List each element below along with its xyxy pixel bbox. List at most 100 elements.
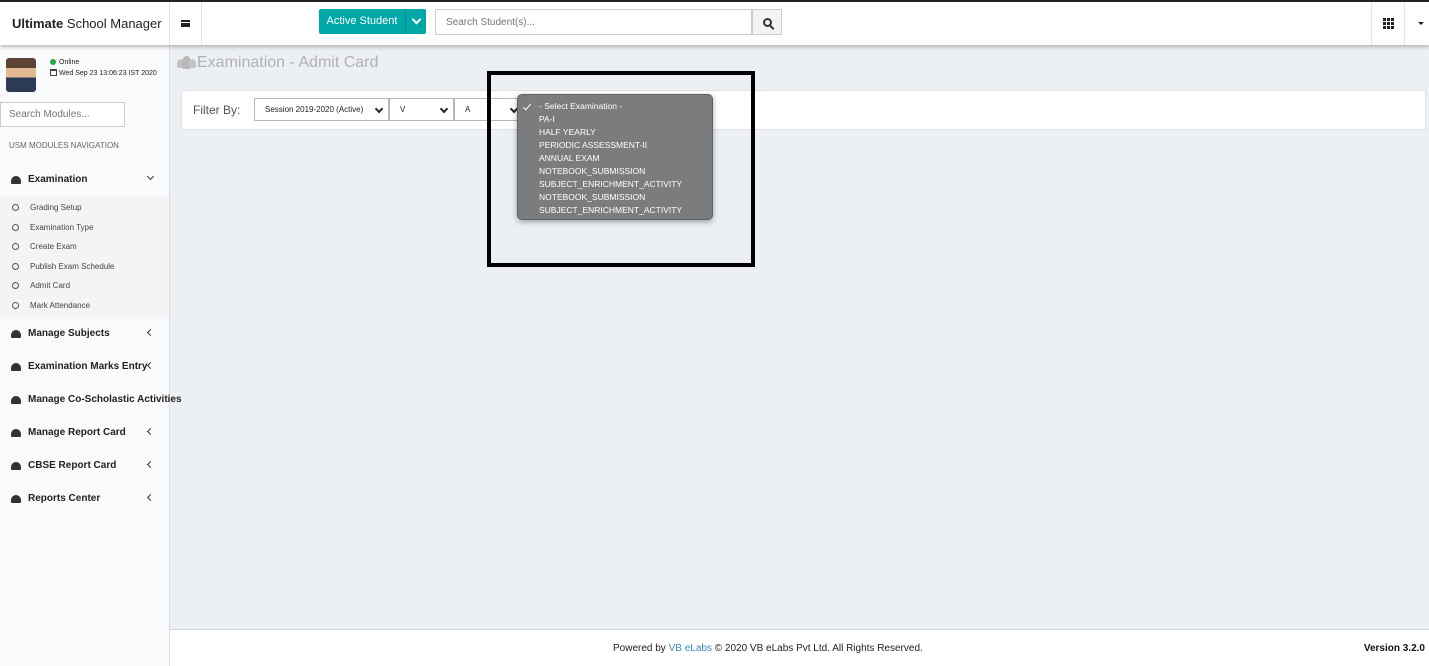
- calendar-icon: [50, 69, 57, 76]
- circle-icon: [12, 243, 19, 251]
- dropdown-option-periodic-assessment-ii[interactable]: PERIODIC ASSESSMENT-II: [518, 139, 712, 152]
- submenu-item-label: Grading Setup: [30, 203, 82, 213]
- submenu-item-mark-attendance[interactable]: Mark Attendance: [0, 296, 169, 316]
- app-logo[interactable]: Ultimate School Manager: [0, 2, 170, 45]
- page-title: Examination - Admit Card: [177, 54, 378, 72]
- submenu-item-examination-type[interactable]: Examination Type: [0, 218, 169, 238]
- apps-grid-button[interactable]: [1371, 2, 1405, 45]
- chevron-down-icon: [439, 104, 449, 114]
- examination-select-dropdown[interactable]: - Select Examination - PA-I HALF YEARLY …: [517, 94, 713, 220]
- submenu-item-label: Publish Exam Schedule: [30, 261, 115, 271]
- sidebar-toggle-button[interactable]: [170, 2, 202, 45]
- dashboard-icon: [11, 494, 21, 503]
- class-select-value: V: [400, 105, 406, 114]
- top-navbar: Ultimate School Manager Active Student: [0, 0, 1429, 45]
- dropdown-option-half-yearly[interactable]: HALF YEARLY: [518, 126, 712, 139]
- sidebar-item-examination[interactable]: Examination: [0, 163, 169, 196]
- dropdown-option-subject-enrichment-activity[interactable]: SUBJECT_ENRICHMENT_ACTIVITY: [518, 178, 712, 191]
- active-student-button[interactable]: Active Student: [319, 9, 426, 34]
- version-label: Version 3.2.0: [1363, 643, 1425, 654]
- filter-panel: Filter By: Session 2019-2020 (Active) V …: [181, 90, 1426, 130]
- grid-dot: [1386, 18, 1390, 21]
- dropdown-option-annual-exam[interactable]: ANNUAL EXAM: [518, 152, 712, 165]
- dashboard-icon: [11, 329, 21, 338]
- status-text: Online: [59, 59, 80, 66]
- logo-bold: Ultimate: [12, 16, 64, 31]
- datetime-text: Wed Sep 23 13:06:23 IST 2020: [59, 70, 157, 77]
- search-student-input[interactable]: [435, 9, 752, 35]
- dashboard-icon: [11, 362, 21, 371]
- sidebar-item-label: Reports Center: [28, 493, 101, 504]
- login-datetime: Wed Sep 23 13:06:23 IST 2020: [50, 69, 157, 77]
- chevron-down-icon: [146, 172, 155, 181]
- active-student-label: Active Student: [319, 9, 406, 34]
- sidebar-item-label: CBSE Report Card: [28, 460, 117, 471]
- session-select[interactable]: Session 2019-2020 (Active): [254, 98, 389, 121]
- submenu-item-admit-card[interactable]: Admit Card: [0, 276, 169, 296]
- sidebar: Online Wed Sep 23 13:06:23 IST 2020 USM …: [0, 45, 182, 666]
- footer-copyright: Powered by VB eLabs © 2020 VB eLabs Pvt …: [613, 643, 923, 654]
- submenu-item-publish-exam-schedule[interactable]: Publish Exam Schedule: [0, 257, 169, 277]
- chevron-down-icon[interactable]: [406, 9, 426, 34]
- dropdown-option-label: - Select Examination -: [539, 101, 623, 111]
- sidebar-item-label: Manage Co-Scholastic Activities: [28, 394, 182, 405]
- checkmark-icon: [522, 101, 532, 111]
- dropdown-option-select-examination[interactable]: - Select Examination -: [518, 100, 712, 113]
- sidebar-item-cbse-report-card[interactable]: CBSE Report Card: [0, 449, 169, 482]
- grid-dot: [1386, 22, 1390, 25]
- avatar: [6, 58, 36, 92]
- circle-icon: [12, 282, 19, 290]
- footer: Powered by VB eLabs © 2020 VB eLabs Pvt …: [170, 629, 1429, 666]
- dropdown-option-notebook-submission[interactable]: NOTEBOOK_SUBMISSION: [518, 165, 712, 178]
- examination-submenu: Grading Setup Examination Type Create Ex…: [0, 196, 169, 317]
- page-title-text: Examination - Admit Card: [197, 54, 379, 71]
- copyright-text: © 2020 VB eLabs Pvt Ltd. All Rights Rese…: [714, 643, 923, 654]
- dashboard-icon: [11, 175, 21, 184]
- chevron-left-icon: [146, 361, 155, 370]
- sidebar-item-label: Manage Report Card: [28, 427, 126, 438]
- logo-rest: School Manager: [63, 16, 162, 31]
- sidebar-item-label: Examination Marks Entry: [28, 361, 148, 372]
- caret-down-icon: [1417, 22, 1424, 25]
- search-button[interactable]: [752, 9, 782, 35]
- sidebar-item-manage-co-scholastic-activities[interactable]: Manage Co-Scholastic Activities: [0, 383, 182, 416]
- grid-dot: [1390, 18, 1394, 21]
- dropdown-option-notebook-submission[interactable]: NOTEBOOK_SUBMISSION: [518, 191, 712, 204]
- circle-icon: [12, 204, 19, 212]
- submenu-item-grading-setup[interactable]: Grading Setup: [0, 198, 169, 218]
- dropdown-option-pa-i[interactable]: PA-I: [518, 113, 712, 126]
- sidebar-item-label: Examination: [28, 174, 88, 185]
- section-select[interactable]: A: [454, 98, 524, 121]
- chevron-left-icon: [146, 427, 155, 436]
- filter-label: Filter By:: [193, 103, 241, 117]
- powered-by-text: Powered by: [613, 643, 666, 654]
- submenu-item-label: Create Exam: [30, 242, 77, 252]
- sidebar-item-reports-center[interactable]: Reports Center: [0, 482, 169, 515]
- grid-dot: [1382, 26, 1386, 29]
- nav-header: USM MODULES NAVIGATION: [9, 141, 119, 150]
- dashboard-icon: [11, 461, 21, 470]
- search-modules-input[interactable]: [0, 102, 125, 127]
- company-link[interactable]: VB eLabs: [669, 643, 712, 654]
- online-status: Online: [50, 59, 79, 66]
- chevron-left-icon: [146, 328, 155, 337]
- grid-dot: [1390, 26, 1394, 29]
- users-icon: [177, 56, 196, 70]
- circle-icon: [12, 262, 19, 270]
- submenu-item-create-exam[interactable]: Create Exam: [0, 237, 169, 257]
- circle-icon: [12, 301, 19, 309]
- submenu-item-label: Mark Attendance: [30, 300, 91, 310]
- dashboard-icon: [11, 395, 21, 404]
- sidebar-item-examination-marks-entry[interactable]: Examination Marks Entry: [0, 350, 169, 383]
- user-menu-button[interactable]: [1412, 2, 1429, 45]
- sidebar-item-manage-report-card[interactable]: Manage Report Card: [0, 416, 169, 449]
- chevron-left-icon: [146, 460, 155, 469]
- sidebar-item-label: Manage Subjects: [28, 328, 110, 339]
- dashboard-icon: [11, 428, 21, 437]
- hamburger-icon: [181, 20, 190, 27]
- submenu-item-label: Examination Type: [30, 222, 94, 232]
- class-select[interactable]: V: [389, 98, 454, 121]
- sidebar-menu: Examination Grading Setup Examination Ty…: [0, 163, 182, 515]
- sidebar-item-manage-subjects[interactable]: Manage Subjects: [0, 317, 169, 350]
- dropdown-option-subject-enrichment-activity[interactable]: SUBJECT_ENRICHMENT_ACTIVITY: [518, 204, 712, 217]
